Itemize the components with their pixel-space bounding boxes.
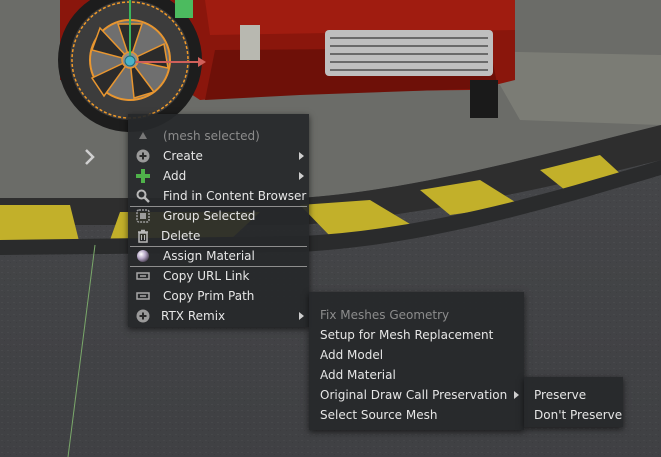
menu-item-label: Group Selected — [163, 209, 256, 223]
group-icon — [136, 209, 150, 223]
submenu-arrow-icon — [299, 312, 304, 320]
menu-item-rtx-remix[interactable]: RTX Remix — [128, 306, 309, 326]
menu-item-label: Copy URL Link — [163, 269, 250, 283]
preservation-submenu: Preserve Don't Preserve — [524, 377, 623, 427]
plus-icon — [136, 169, 150, 183]
submenu-arrow-icon — [299, 172, 304, 180]
submenu-item-add-model[interactable]: Add Model — [309, 345, 524, 365]
menu-item-label: RTX Remix — [161, 309, 226, 323]
menu-item-label: Add — [163, 169, 187, 183]
submenu-item-label: Original Draw Call Preservation — [320, 388, 508, 402]
menu-item-find-in-content-browser[interactable]: Find in Content Browser — [128, 186, 309, 206]
menu-item-group-selected[interactable]: Group Selected — [128, 206, 309, 226]
submenu-arrow-icon — [514, 391, 519, 399]
menu-item-label: Copy Prim Path — [163, 289, 255, 303]
submenu-item-original-draw-call-preservation[interactable]: Original Draw Call Preservation — [309, 385, 524, 405]
menu-item-copy-prim-path[interactable]: Copy Prim Path — [128, 286, 309, 306]
submenu-item-label: Add Model — [320, 348, 384, 362]
submenu-item-add-material[interactable]: Add Material — [309, 365, 524, 385]
menu-item-label: Delete — [161, 229, 201, 243]
menu-item-copy-url-link[interactable]: Copy URL Link — [128, 266, 309, 286]
rtx-remix-submenu: Fix Meshes Geometry Setup for Mesh Repla… — [309, 292, 524, 430]
menu-item-add[interactable]: Add — [128, 166, 309, 186]
search-icon — [136, 189, 150, 203]
menu-item-delete[interactable]: Delete — [128, 226, 309, 246]
submenu-item-preserve[interactable]: Preserve — [524, 385, 623, 405]
submenu-arrow-icon — [299, 152, 304, 160]
menu-header-label: (mesh selected) — [163, 129, 260, 143]
submenu-item-select-source-mesh[interactable]: Select Source Mesh — [309, 405, 524, 425]
submenu-item-label: Add Material — [320, 368, 396, 382]
submenu-item-label: Setup for Mesh Replacement — [320, 328, 494, 342]
chevron-right-icon[interactable] — [83, 148, 97, 166]
trash-icon — [136, 229, 150, 243]
link-icon — [136, 269, 150, 283]
submenu-item-label: Preserve — [534, 388, 587, 402]
context-menu: (mesh selected) Create Add Find in Conte… — [128, 114, 309, 327]
menu-item-label: Find in Content Browser — [163, 189, 307, 203]
submenu-item-setup-for-mesh-replacement[interactable]: Setup for Mesh Replacement — [309, 325, 524, 345]
material-sphere-icon — [136, 249, 150, 263]
submenu-item-fix-meshes-geometry: Fix Meshes Geometry — [309, 305, 524, 325]
link-icon — [136, 289, 150, 303]
menu-item-assign-material[interactable]: Assign Material — [128, 246, 309, 266]
plus-circle-icon — [136, 309, 150, 323]
mesh-icon — [136, 129, 150, 143]
menu-item-label: Create — [163, 149, 203, 163]
submenu-item-label: Fix Meshes Geometry — [320, 308, 450, 322]
menu-item-create[interactable]: Create — [128, 146, 309, 166]
submenu-item-dont-preserve[interactable]: Don't Preserve — [524, 405, 623, 425]
menu-header: (mesh selected) — [128, 126, 309, 146]
plus-circle-icon — [136, 149, 150, 163]
menu-item-label: Assign Material — [163, 249, 255, 263]
submenu-item-label: Select Source Mesh — [320, 408, 438, 422]
submenu-item-label: Don't Preserve — [534, 408, 623, 422]
